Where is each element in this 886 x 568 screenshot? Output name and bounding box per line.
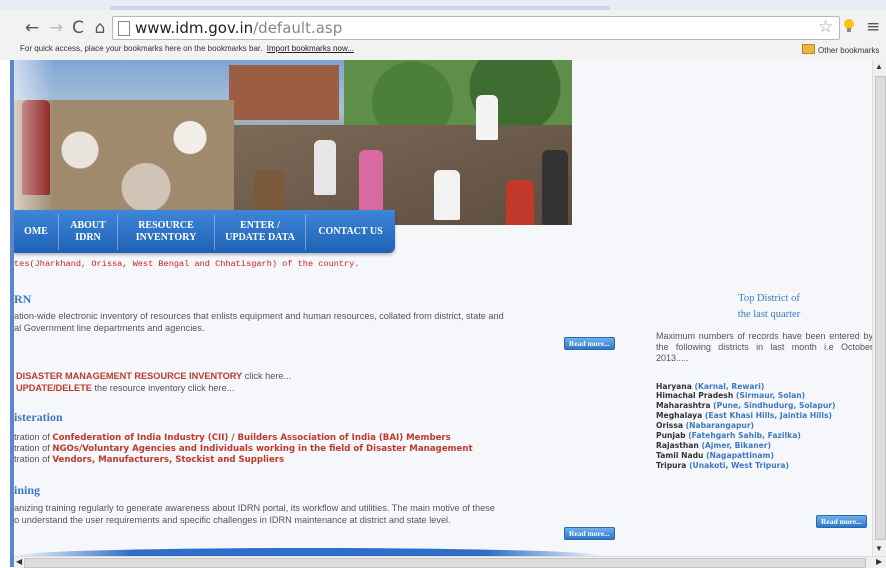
- bookmarks-message: For quick access, place your bookmarks h…: [20, 44, 263, 53]
- url-text[interactable]: www.idm.gov.in/default.asp: [135, 19, 342, 37]
- resource-inventory-link[interactable]: DISASTER MANAGEMENT RESOURCE INVENTORY: [16, 371, 242, 381]
- page-icon: [118, 21, 130, 36]
- cii-bai-registration-link[interactable]: Confederation of India Industry (CII) / …: [52, 433, 450, 443]
- top-district-description: Maximum numbers of records have been ent…: [656, 331, 872, 363]
- state-entry: Himachal Pradesh (Sirmaur, Solan): [656, 391, 806, 400]
- page-viewport: OME ABOUT IDRN RESOURCE INVENTORY ENTER …: [14, 60, 872, 556]
- nav-home[interactable]: OME: [14, 210, 58, 253]
- scroll-down-icon[interactable]: ▼: [875, 544, 883, 553]
- idrn-heading: RN: [14, 292, 32, 306]
- state-entry: Meghalaya (East Khasi Hills, Jaintia Hil…: [656, 411, 832, 420]
- forward-icon[interactable]: →: [46, 18, 66, 38]
- inventory-line: DISASTER MANAGEMENT RESOURCE INVENTORY c…: [16, 371, 291, 383]
- nav-enter-update-data[interactable]: ENTER / UPDATE DATA: [215, 210, 305, 253]
- active-tab[interactable]: [110, 6, 610, 10]
- vendor-registration-link[interactable]: Vendors, Manufacturers, Stockist and Sup…: [52, 455, 284, 465]
- state-entry: Tripura (Unakoti, West Tripura): [656, 461, 789, 470]
- menu-icon[interactable]: ≡: [866, 17, 880, 37]
- browser-toolbar: ← → C ⌂ www.idm.gov.in/default.asp ☆ ≡ F…: [0, 0, 886, 61]
- state-entry: Punjab (Fatehgarh Sahib, Fazilka): [656, 431, 801, 440]
- banner-photo: [14, 60, 572, 225]
- home-icon[interactable]: ⌂: [90, 18, 110, 38]
- inventory-click-text[interactable]: click here...: [242, 371, 291, 381]
- nav-about-idrn[interactable]: ABOUT IDRN: [59, 210, 117, 253]
- scroll-thumb[interactable]: [875, 76, 886, 540]
- tab-strip: [0, 0, 886, 10]
- state-entry: Tamil Nadu (Nagapattinam): [656, 451, 774, 460]
- registration-row: tration of Vendors, Manufacturers, Stock…: [14, 454, 285, 465]
- address-bar[interactable]: www.idm.gov.in/default.asp: [112, 16, 840, 40]
- top-district-read-more-button[interactable]: Read more...: [816, 515, 867, 528]
- main-nav: OME ABOUT IDRN RESOURCE INVENTORY ENTER …: [14, 210, 395, 253]
- bookmarks-bar: For quick access, place your bookmarks h…: [0, 41, 886, 59]
- state-entry: Orissa (Nabarangapur): [656, 421, 755, 430]
- nav-resource-inventory[interactable]: RESOURCE INVENTORY: [118, 210, 214, 253]
- training-text-line1: anizing training regularly to generate a…: [14, 503, 495, 513]
- registration-heading: isteration: [14, 410, 63, 424]
- footer-band: [14, 548, 604, 556]
- ngo-registration-link[interactable]: NGOs/Voluntary Agencies and Individuals …: [52, 444, 472, 454]
- star-icon[interactable]: ☆: [818, 17, 833, 37]
- update-click-text[interactable]: the resource inventory click here...: [92, 383, 234, 393]
- scroll-right-icon[interactable]: ▶: [876, 557, 882, 566]
- vertical-scrollbar[interactable]: ▲ ▼: [872, 60, 886, 556]
- horizontal-scrollbar[interactable]: ◀ ▶: [14, 556, 886, 568]
- idrn-text-line2: al Government line departments and agenc…: [14, 323, 205, 333]
- other-bookmarks[interactable]: Other bookmarks: [802, 44, 879, 55]
- update-delete-link[interactable]: UPDATE/DELETE: [16, 383, 92, 393]
- scroll-up-icon[interactable]: ▲: [875, 62, 883, 71]
- import-bookmarks-link[interactable]: Import bookmarks now...: [267, 44, 354, 53]
- state-entry: Rajasthan (Ajmer, Bikaner): [656, 441, 771, 450]
- idrn-text-line1: ation-wide electronic inventory of resou…: [14, 311, 504, 321]
- update-line: UPDATE/DELETE the resource inventory cli…: [16, 383, 234, 395]
- idrn-read-more-button[interactable]: Read more...: [564, 337, 615, 350]
- state-entry: Maharashtra (Pune, Sindhudurg, Solapur): [656, 401, 836, 410]
- training-read-more-button[interactable]: Read more...: [564, 527, 615, 540]
- folder-icon: [802, 44, 815, 54]
- bulb-icon[interactable]: [843, 18, 855, 34]
- training-text-line2: o understand the user requirements and s…: [14, 515, 451, 525]
- news-marquee: tes(Jharkhand, Orissa, West Bengal and C…: [14, 259, 360, 269]
- back-icon[interactable]: ←: [22, 18, 42, 38]
- top-district-title: Top District of: [738, 293, 800, 304]
- left-edge: [0, 60, 14, 567]
- scroll-left-icon[interactable]: ◀: [16, 557, 22, 566]
- reload-icon[interactable]: C: [68, 18, 88, 38]
- top-district-subtitle: the last quarter: [737, 309, 801, 320]
- nav-contact-us[interactable]: CONTACT US: [306, 210, 395, 253]
- training-heading: ining: [14, 483, 41, 497]
